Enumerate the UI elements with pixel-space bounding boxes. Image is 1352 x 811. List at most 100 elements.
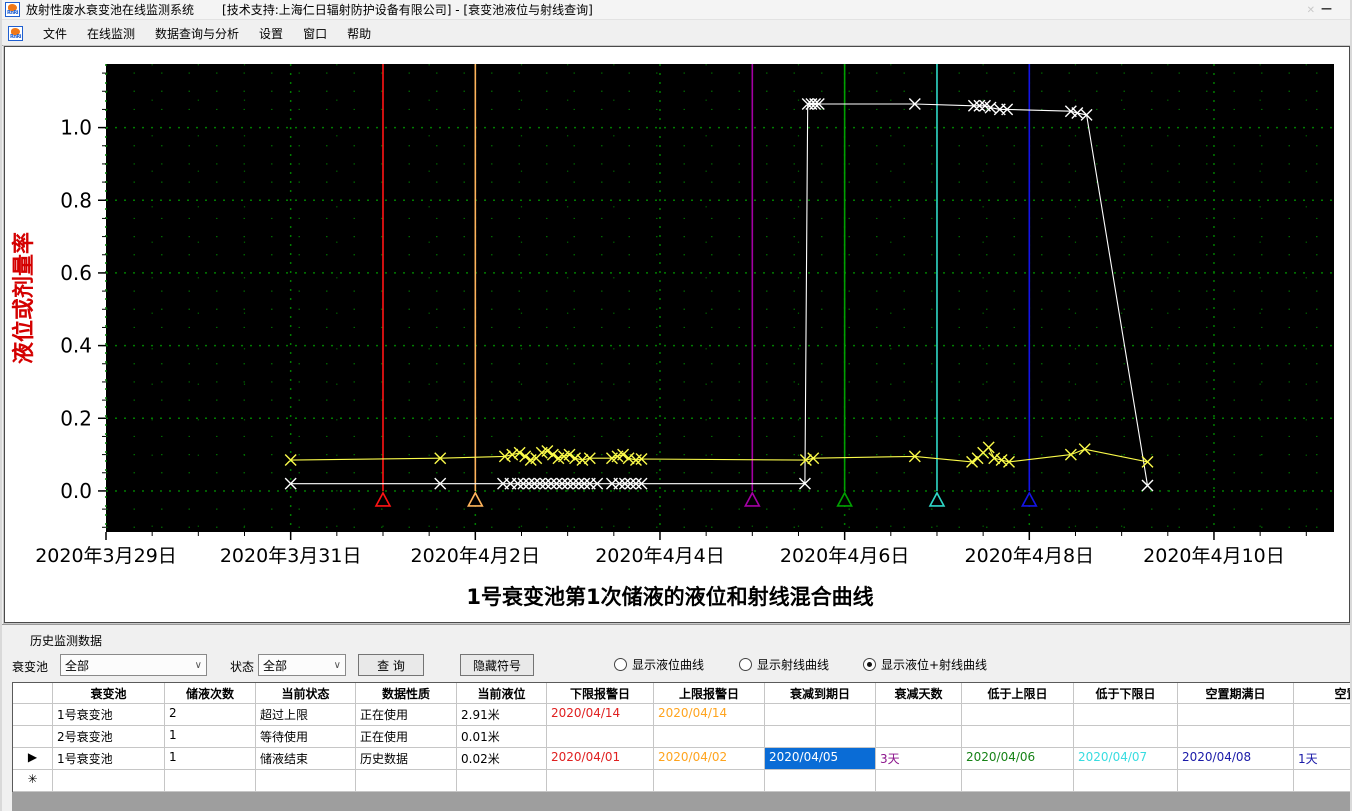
table-cell[interactable]: 2020/04/14 bbox=[654, 704, 765, 726]
table-header-cell[interactable]: 空置期满日 bbox=[1178, 683, 1294, 704]
table-header-cell[interactable]: 衰减天数 bbox=[876, 683, 962, 704]
table-header-cell[interactable]: 空置天数 bbox=[1294, 683, 1350, 704]
history-table: 衰变池 储液次数 当前状态 数据性质 当前液位 下限报警日 上限报警日 衰减到期日 衰减天数 低于… bbox=[12, 682, 1350, 792]
table-cell[interactable] bbox=[876, 770, 962, 792]
table-cell[interactable] bbox=[962, 704, 1074, 726]
table-cell[interactable] bbox=[1074, 770, 1178, 792]
y-tick-label: 0.0 bbox=[60, 479, 92, 503]
table-header-cell[interactable]: 下限报警日 bbox=[547, 683, 654, 704]
row-header-cell[interactable] bbox=[13, 726, 53, 748]
table-cell[interactable]: 2号衰变池 bbox=[53, 726, 165, 748]
pool-filter-dropdown[interactable]: 全部 ∨ bbox=[60, 654, 207, 676]
table-header-cell[interactable]: 当前液位 bbox=[457, 683, 547, 704]
table-cell[interactable]: 2020/04/07 bbox=[1074, 748, 1178, 770]
table-cell[interactable]: 正在使用 bbox=[356, 726, 457, 748]
y-tick-label: 0.6 bbox=[60, 261, 92, 285]
status-filter-value: 全部 bbox=[263, 658, 288, 673]
hide-symbols-button[interactable]: 隐藏符号 bbox=[460, 654, 534, 676]
new-row-indicator[interactable]: ✳ bbox=[13, 770, 53, 792]
table-header-cell[interactable]: 衰变池 bbox=[53, 683, 165, 704]
query-button[interactable]: 查 询 bbox=[358, 654, 424, 676]
table-cell[interactable]: 2020/04/14 bbox=[547, 704, 654, 726]
table-cell[interactable]: 超过上限 bbox=[256, 704, 356, 726]
table-cell[interactable] bbox=[1178, 770, 1294, 792]
table-row: ▶ 1号衰变池 1 储液结束 历史数据 0.02米 2020/04/01 2020/04/02… bbox=[13, 748, 1350, 770]
table-cell[interactable] bbox=[654, 726, 765, 748]
table-cell[interactable]: 2020/04/01 bbox=[547, 748, 654, 770]
table-cell[interactable]: 1 bbox=[165, 748, 256, 770]
table-cell[interactable] bbox=[1074, 704, 1178, 726]
table-cell[interactable]: 0.02米 bbox=[457, 748, 547, 770]
table-cell[interactable] bbox=[356, 770, 457, 792]
menu-item-1[interactable]: 在线监测 bbox=[77, 22, 145, 45]
table-header-cell[interactable]: 数据性质 bbox=[356, 683, 457, 704]
table-cell[interactable] bbox=[1178, 704, 1294, 726]
row-header-cell[interactable] bbox=[13, 704, 53, 726]
table-cell[interactable]: 2020/04/02 bbox=[654, 748, 765, 770]
minimize-icon[interactable]: — bbox=[1321, 2, 1332, 15]
table-header-cell[interactable]: 储液次数 bbox=[165, 683, 256, 704]
table-cell[interactable] bbox=[765, 704, 876, 726]
current-row-indicator[interactable]: ▶ bbox=[13, 748, 53, 770]
table-header-cell[interactable]: 低于上限日 bbox=[962, 683, 1074, 704]
table-cell[interactable]: 历史数据 bbox=[356, 748, 457, 770]
table-cell[interactable] bbox=[876, 726, 962, 748]
app-window: RnRi 放射性废水衰变池在线监测系统 [技术支持:上海仁日辐射防护设备有限公司]… bbox=[0, 0, 1352, 811]
table-cell[interactable] bbox=[256, 770, 356, 792]
menu-item-5[interactable]: 帮助 bbox=[337, 22, 381, 45]
table-cell[interactable] bbox=[1178, 726, 1294, 748]
table-cell[interactable] bbox=[1294, 726, 1350, 748]
status-filter-label: 状态 bbox=[230, 660, 255, 674]
table-cell[interactable] bbox=[165, 770, 256, 792]
radio-1[interactable]: 显示射线曲线 bbox=[739, 656, 829, 673]
table-cell[interactable] bbox=[53, 770, 165, 792]
radio-2[interactable]: 显示液位+射线曲线 bbox=[863, 656, 987, 673]
table-corner-cell[interactable] bbox=[13, 683, 53, 704]
table-cell[interactable] bbox=[1294, 770, 1350, 792]
table-cell[interactable] bbox=[457, 770, 547, 792]
table-cell[interactable] bbox=[547, 770, 654, 792]
status-filter-dropdown[interactable]: 全部 ∨ bbox=[258, 654, 346, 676]
table-background bbox=[12, 792, 1350, 811]
table-cell[interactable] bbox=[547, 726, 654, 748]
menu-item-4[interactable]: 窗口 bbox=[293, 22, 337, 45]
table-cell[interactable] bbox=[765, 770, 876, 792]
table-cell[interactable]: 等待使用 bbox=[256, 726, 356, 748]
table-cell[interactable] bbox=[962, 770, 1074, 792]
table-header-cell[interactable]: 上限报警日 bbox=[654, 683, 765, 704]
table-header-cell[interactable]: 衰减到期日 bbox=[765, 683, 876, 704]
table-cell[interactable] bbox=[962, 726, 1074, 748]
table-cell[interactable]: 2020/04/08 bbox=[1178, 748, 1294, 770]
table-cell[interactable]: 1号衰变池 bbox=[53, 704, 165, 726]
table-cell[interactable]: 0.01米 bbox=[457, 726, 547, 748]
table-cell[interactable] bbox=[1294, 704, 1350, 726]
menu-item-0[interactable]: 文件 bbox=[33, 22, 77, 45]
table-cell[interactable]: 3天 bbox=[876, 748, 962, 770]
table-cell[interactable] bbox=[1074, 726, 1178, 748]
table-cell[interactable]: 正在使用 bbox=[356, 704, 457, 726]
table-cell[interactable] bbox=[765, 726, 876, 748]
y-tick-label: 0.2 bbox=[60, 406, 92, 430]
table-cell[interactable] bbox=[876, 704, 962, 726]
table-cell[interactable]: 储液结束 bbox=[256, 748, 356, 770]
table-header-cell[interactable]: 当前状态 bbox=[256, 683, 356, 704]
menu-item-3[interactable]: 设置 bbox=[249, 22, 293, 45]
window-title: 放射性废水衰变池在线监测系统 [技术支持:上海仁日辐射防护设备有限公司] - [衰… bbox=[26, 1, 593, 18]
table-cell[interactable]: 2.91米 bbox=[457, 704, 547, 726]
table-cell[interactable]: 2020/04/06 bbox=[962, 748, 1074, 770]
table-cell[interactable]: 1 bbox=[165, 726, 256, 748]
table-cell[interactable]: 1号衰变池 bbox=[53, 748, 165, 770]
close-icon[interactable]: ✕ bbox=[1307, 5, 1315, 16]
filter-toolbar: 衰变池 全部 ∨ 状态 全部 ∨ 查 询 隐藏符号 显示液位曲线 显示射线曲线 显示… bbox=[2, 654, 1350, 678]
x-tick-label: 2020年3月29日 bbox=[35, 545, 177, 567]
table-cell[interactable] bbox=[654, 770, 765, 792]
y-tick-label: 1.0 bbox=[60, 116, 92, 140]
pool-filter-label: 衰变池 bbox=[12, 660, 49, 674]
menu-item-2[interactable]: 数据查询与分析 bbox=[145, 22, 249, 45]
radio-icon bbox=[614, 658, 627, 671]
table-cell-selected[interactable]: 2020/04/05 bbox=[765, 748, 876, 770]
table-header-cell[interactable]: 低于下限日 bbox=[1074, 683, 1178, 704]
table-cell[interactable]: 1天 bbox=[1294, 748, 1350, 770]
radio-0[interactable]: 显示液位曲线 bbox=[614, 656, 704, 673]
table-cell[interactable]: 2 bbox=[165, 704, 256, 726]
